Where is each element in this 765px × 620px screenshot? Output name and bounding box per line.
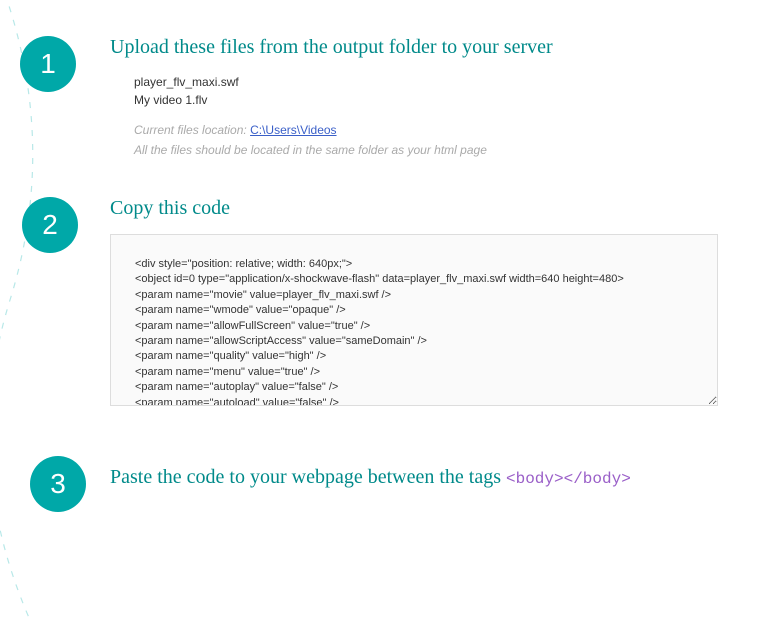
file-item: My video 1.flv (134, 91, 735, 109)
step-2-badge: 2 (22, 197, 78, 253)
step-1: 1 Upload these files from the output fol… (0, 0, 765, 157)
step-3-title-code: <body></body> (506, 470, 631, 488)
code-textarea[interactable]: <div style="position: relative; width: 6… (110, 234, 718, 406)
step-3: 3 Paste the code to your webpage between… (0, 406, 765, 489)
step-3-badge: 3 (30, 456, 86, 512)
file-item: player_flv_maxi.swf (134, 73, 735, 91)
step-2: 2 Copy this code <div style="position: r… (0, 157, 765, 406)
step-2-title: Copy this code (110, 197, 735, 220)
files-list: player_flv_maxi.swf My video 1.flv (134, 73, 735, 109)
step-3-title-text: Paste the code to your webpage between t… (110, 466, 506, 488)
step-1-badge: 1 (20, 36, 76, 92)
files-location-label: Current files location: (134, 123, 250, 137)
step-1-title: Upload these files from the output folde… (110, 36, 735, 59)
files-note: All the files should be located in the s… (134, 143, 735, 157)
files-location: Current files location: C:\Users\Videos (134, 123, 735, 137)
files-location-link[interactable]: C:\Users\Videos (250, 123, 336, 137)
step-3-title: Paste the code to your webpage between t… (110, 466, 735, 489)
